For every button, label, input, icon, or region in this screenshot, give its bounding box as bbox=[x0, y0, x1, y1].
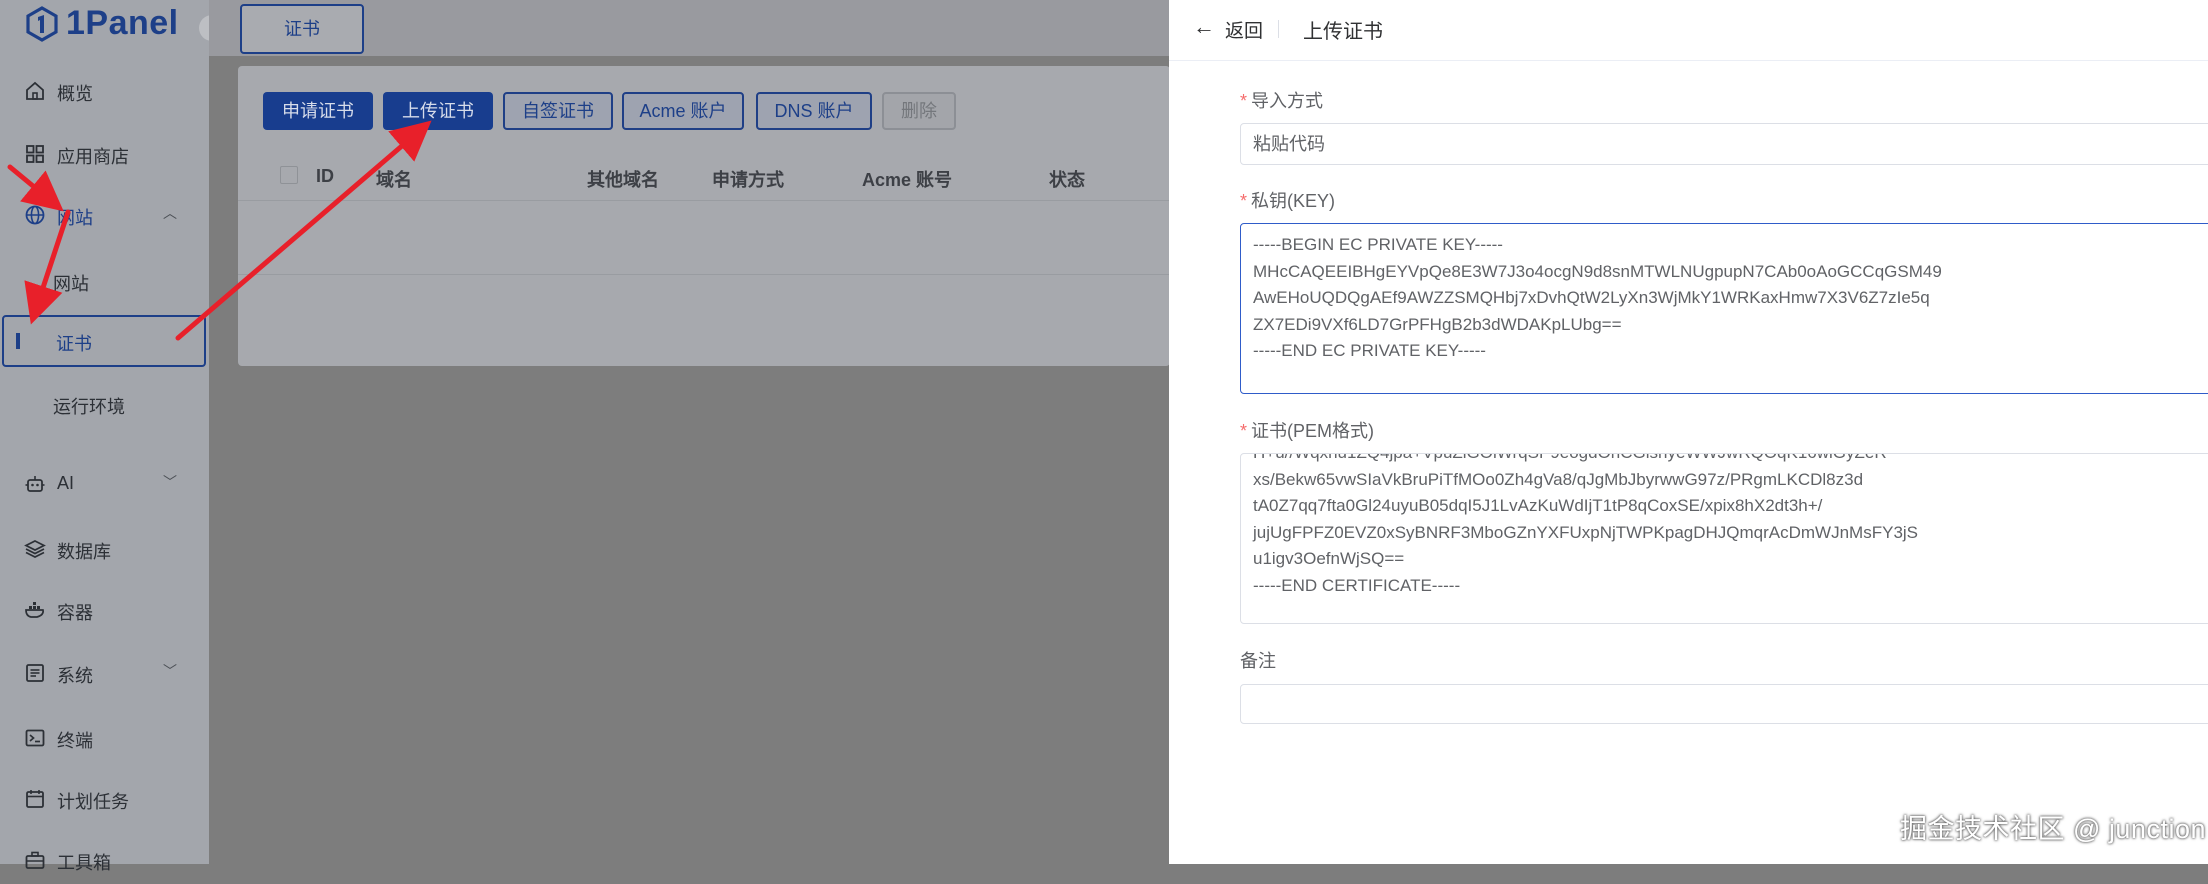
header-divider bbox=[1278, 20, 1279, 38]
required-mark: * bbox=[1240, 191, 1248, 211]
drawer-header: ← 返回 上传证书 bbox=[1169, 0, 2208, 61]
certificate-text: H+u//Wqxhu1ZQ4jpa+VpuZiGOlWrqSP9eogdOnCG… bbox=[1253, 454, 1919, 595]
watermark: 掘金技术社区 @ junction bbox=[1900, 814, 2206, 844]
required-mark: * bbox=[1240, 91, 1248, 111]
certificate-label: * 证书(PEM格式) bbox=[1240, 417, 1374, 443]
label-text: 证书(PEM格式) bbox=[1251, 421, 1375, 441]
required-mark: * bbox=[1240, 421, 1248, 441]
label-text: 导入方式 bbox=[1251, 91, 1324, 111]
back-arrow-icon[interactable]: ← bbox=[1193, 14, 1215, 40]
back-button[interactable]: 返回 bbox=[1225, 16, 1263, 43]
label-text: 私钥(KEY) bbox=[1251, 191, 1336, 211]
import-method-select[interactable]: 粘贴代码 bbox=[1240, 123, 2208, 165]
import-method-label: * 导入方式 bbox=[1240, 87, 1323, 113]
note-label: 备注 bbox=[1240, 651, 1276, 671]
arrow-to-website bbox=[7, 164, 64, 212]
private-key-label: * 私钥(KEY) bbox=[1240, 187, 1335, 213]
upload-certificate-drawer: ← 返回 上传证书 * 导入方式 粘贴代码 * 私钥(KEY) -----BEGIN… bbox=[1169, 0, 2208, 864]
annotation-arrows bbox=[7, 120, 432, 341]
drawer-title: 上传证书 bbox=[1303, 21, 1383, 43]
private-key-textarea[interactable]: -----BEGIN EC PRIVATE KEY----- MHcCAQEEI… bbox=[1240, 223, 2208, 394]
arrow-to-certificate bbox=[24, 209, 71, 325]
certificate-textarea[interactable]: H+u//Wqxhu1ZQ4jpa+VpuZiGOlWrqSP9eogdOnCG… bbox=[1240, 453, 2208, 624]
arrow-to-upload bbox=[175, 120, 432, 341]
note-input[interactable] bbox=[1240, 684, 2208, 724]
